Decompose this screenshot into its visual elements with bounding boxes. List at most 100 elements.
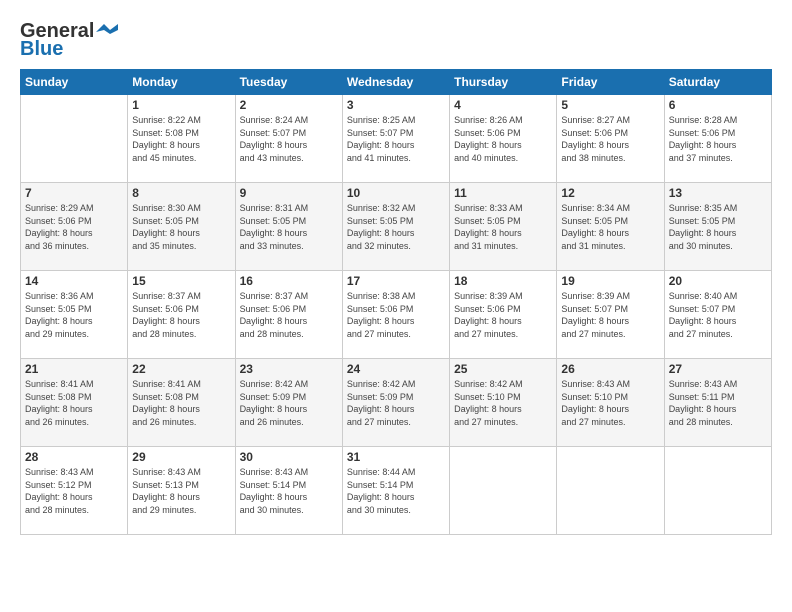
calendar-cell: 4Sunrise: 8:26 AM Sunset: 5:06 PM Daylig… [450, 95, 557, 183]
calendar-cell: 27 Sunrise: 8:43 AM Sunset: 5:11 PM Dayli… [664, 359, 771, 447]
calendar-cell: 17Sunrise: 8:38 AM Sunset: 5:06 PM Dayli… [342, 271, 449, 359]
calendar-cell: 19Sunrise: 8:39 AM Sunset: 5:07 PM Dayli… [557, 271, 664, 359]
day-number: 8 [132, 186, 230, 200]
day-number: 30 [240, 450, 338, 464]
week-row-1: 1 Sunrise: 8:22 AM Sunset: 5:08 PM Daylig… [21, 95, 772, 183]
calendar-cell: 3 Sunrise: 8:25 AM Sunset: 5:07 PM Daylig… [342, 95, 449, 183]
day-number: 25 [454, 362, 552, 376]
col-header-sunday: Sunday [21, 70, 128, 95]
calendar-cell: 24 Sunrise: 8:42 AM Sunset: 5:09 PM Dayli… [342, 359, 449, 447]
week-row-5: 28Sunrise: 8:43 AM Sunset: 5:12 PM Dayli… [21, 447, 772, 535]
cell-data: Sunrise: 8:43 AM Sunset: 5:11 PM Dayligh… [669, 378, 767, 428]
logo: General Blue [20, 20, 118, 59]
day-number: 26 [561, 362, 659, 376]
day-number: 17 [347, 274, 445, 288]
calendar-cell: 26 Sunrise: 8:43 AM Sunset: 5:10 PM Dayli… [557, 359, 664, 447]
day-number: 24 [347, 362, 445, 376]
calendar-cell: 10Sunrise: 8:32 AM Sunset: 5:05 PM Dayli… [342, 183, 449, 271]
cell-data: Sunrise: 8:43 AM Sunset: 5:14 PM Dayligh… [240, 466, 338, 516]
day-number: 23 [240, 362, 338, 376]
cell-data: Sunrise: 8:34 AM Sunset: 5:05 PM Dayligh… [561, 202, 659, 252]
calendar-cell [664, 447, 771, 535]
calendar-cell [557, 447, 664, 535]
calendar-cell: 31 Sunrise: 8:44 AM Sunset: 5:14 PM Dayli… [342, 447, 449, 535]
cell-data: Sunrise: 8:42 AM Sunset: 5:10 PM Dayligh… [454, 378, 552, 428]
calendar-cell: 11Sunrise: 8:33 AM Sunset: 5:05 PM Dayli… [450, 183, 557, 271]
cell-data: Sunrise: 8:39 AM Sunset: 5:06 PM Dayligh… [454, 290, 552, 340]
cell-data: Sunrise: 8:39 AM Sunset: 5:07 PM Dayligh… [561, 290, 659, 340]
calendar-cell [21, 95, 128, 183]
day-number: 9 [240, 186, 338, 200]
col-header-tuesday: Tuesday [235, 70, 342, 95]
logo-bird-icon [96, 24, 118, 40]
day-number: 5 [561, 98, 659, 112]
cell-data: Sunrise: 8:24 AM Sunset: 5:07 PM Dayligh… [240, 114, 338, 164]
calendar-cell: 23 Sunrise: 8:42 AM Sunset: 5:09 PM Dayli… [235, 359, 342, 447]
calendar-cell: 18 Sunrise: 8:39 AM Sunset: 5:06 PM Dayli… [450, 271, 557, 359]
day-number: 27 [669, 362, 767, 376]
week-row-2: 7 Sunrise: 8:29 AM Sunset: 5:06 PM Daylig… [21, 183, 772, 271]
day-number: 29 [132, 450, 230, 464]
calendar-cell: 12 Sunrise: 8:34 AM Sunset: 5:05 PM Dayli… [557, 183, 664, 271]
col-header-wednesday: Wednesday [342, 70, 449, 95]
day-number: 7 [25, 186, 123, 200]
cell-data: Sunrise: 8:30 AM Sunset: 5:05 PM Dayligh… [132, 202, 230, 252]
day-number: 12 [561, 186, 659, 200]
calendar-cell: 30 Sunrise: 8:43 AM Sunset: 5:14 PM Dayli… [235, 447, 342, 535]
day-number: 14 [25, 274, 123, 288]
day-number: 2 [240, 98, 338, 112]
calendar-cell: 14Sunrise: 8:36 AM Sunset: 5:05 PM Dayli… [21, 271, 128, 359]
cell-data: Sunrise: 8:40 AM Sunset: 5:07 PM Dayligh… [669, 290, 767, 340]
calendar-cell: 13 Sunrise: 8:35 AM Sunset: 5:05 PM Dayli… [664, 183, 771, 271]
header-row: SundayMondayTuesdayWednesdayThursdayFrid… [21, 70, 772, 95]
cell-data: Sunrise: 8:44 AM Sunset: 5:14 PM Dayligh… [347, 466, 445, 516]
day-number: 15 [132, 274, 230, 288]
day-number: 6 [669, 98, 767, 112]
calendar-cell: 8 Sunrise: 8:30 AM Sunset: 5:05 PM Daylig… [128, 183, 235, 271]
cell-data: Sunrise: 8:22 AM Sunset: 5:08 PM Dayligh… [132, 114, 230, 164]
logo-blue: Blue [20, 39, 63, 59]
day-number: 20 [669, 274, 767, 288]
cell-data: Sunrise: 8:37 AM Sunset: 5:06 PM Dayligh… [132, 290, 230, 340]
cell-data: Sunrise: 8:42 AM Sunset: 5:09 PM Dayligh… [240, 378, 338, 428]
calendar-cell: 2 Sunrise: 8:24 AM Sunset: 5:07 PM Daylig… [235, 95, 342, 183]
calendar-cell: 5 Sunrise: 8:27 AM Sunset: 5:06 PM Daylig… [557, 95, 664, 183]
day-number: 21 [25, 362, 123, 376]
col-header-saturday: Saturday [664, 70, 771, 95]
day-number: 11 [454, 186, 552, 200]
day-number: 16 [240, 274, 338, 288]
header: General Blue [20, 20, 772, 59]
cell-data: Sunrise: 8:42 AM Sunset: 5:09 PM Dayligh… [347, 378, 445, 428]
cell-data: Sunrise: 8:32 AM Sunset: 5:05 PM Dayligh… [347, 202, 445, 252]
calendar-cell: 16 Sunrise: 8:37 AM Sunset: 5:06 PM Dayli… [235, 271, 342, 359]
cell-data: Sunrise: 8:37 AM Sunset: 5:06 PM Dayligh… [240, 290, 338, 340]
cell-data: Sunrise: 8:28 AM Sunset: 5:06 PM Dayligh… [669, 114, 767, 164]
col-header-thursday: Thursday [450, 70, 557, 95]
day-number: 1 [132, 98, 230, 112]
calendar-cell: 6 Sunrise: 8:28 AM Sunset: 5:06 PM Daylig… [664, 95, 771, 183]
cell-data: Sunrise: 8:43 AM Sunset: 5:10 PM Dayligh… [561, 378, 659, 428]
calendar-cell [450, 447, 557, 535]
calendar-cell: 21 Sunrise: 8:41 AM Sunset: 5:08 PM Dayli… [21, 359, 128, 447]
calendar-table: SundayMondayTuesdayWednesdayThursdayFrid… [20, 69, 772, 535]
calendar-cell: 28Sunrise: 8:43 AM Sunset: 5:12 PM Dayli… [21, 447, 128, 535]
week-row-3: 14Sunrise: 8:36 AM Sunset: 5:05 PM Dayli… [21, 271, 772, 359]
calendar-cell: 20 Sunrise: 8:40 AM Sunset: 5:07 PM Dayli… [664, 271, 771, 359]
day-number: 22 [132, 362, 230, 376]
day-number: 13 [669, 186, 767, 200]
col-header-monday: Monday [128, 70, 235, 95]
cell-data: Sunrise: 8:25 AM Sunset: 5:07 PM Dayligh… [347, 114, 445, 164]
calendar-cell: 7 Sunrise: 8:29 AM Sunset: 5:06 PM Daylig… [21, 183, 128, 271]
cell-data: Sunrise: 8:26 AM Sunset: 5:06 PM Dayligh… [454, 114, 552, 164]
day-number: 18 [454, 274, 552, 288]
cell-data: Sunrise: 8:41 AM Sunset: 5:08 PM Dayligh… [132, 378, 230, 428]
cell-data: Sunrise: 8:27 AM Sunset: 5:06 PM Dayligh… [561, 114, 659, 164]
day-number: 3 [347, 98, 445, 112]
day-number: 31 [347, 450, 445, 464]
cell-data: Sunrise: 8:31 AM Sunset: 5:05 PM Dayligh… [240, 202, 338, 252]
calendar-cell: 25 Sunrise: 8:42 AM Sunset: 5:10 PM Dayli… [450, 359, 557, 447]
cell-data: Sunrise: 8:35 AM Sunset: 5:05 PM Dayligh… [669, 202, 767, 252]
calendar-cell: 9 Sunrise: 8:31 AM Sunset: 5:05 PM Daylig… [235, 183, 342, 271]
cell-data: Sunrise: 8:41 AM Sunset: 5:08 PM Dayligh… [25, 378, 123, 428]
cell-data: Sunrise: 8:29 AM Sunset: 5:06 PM Dayligh… [25, 202, 123, 252]
